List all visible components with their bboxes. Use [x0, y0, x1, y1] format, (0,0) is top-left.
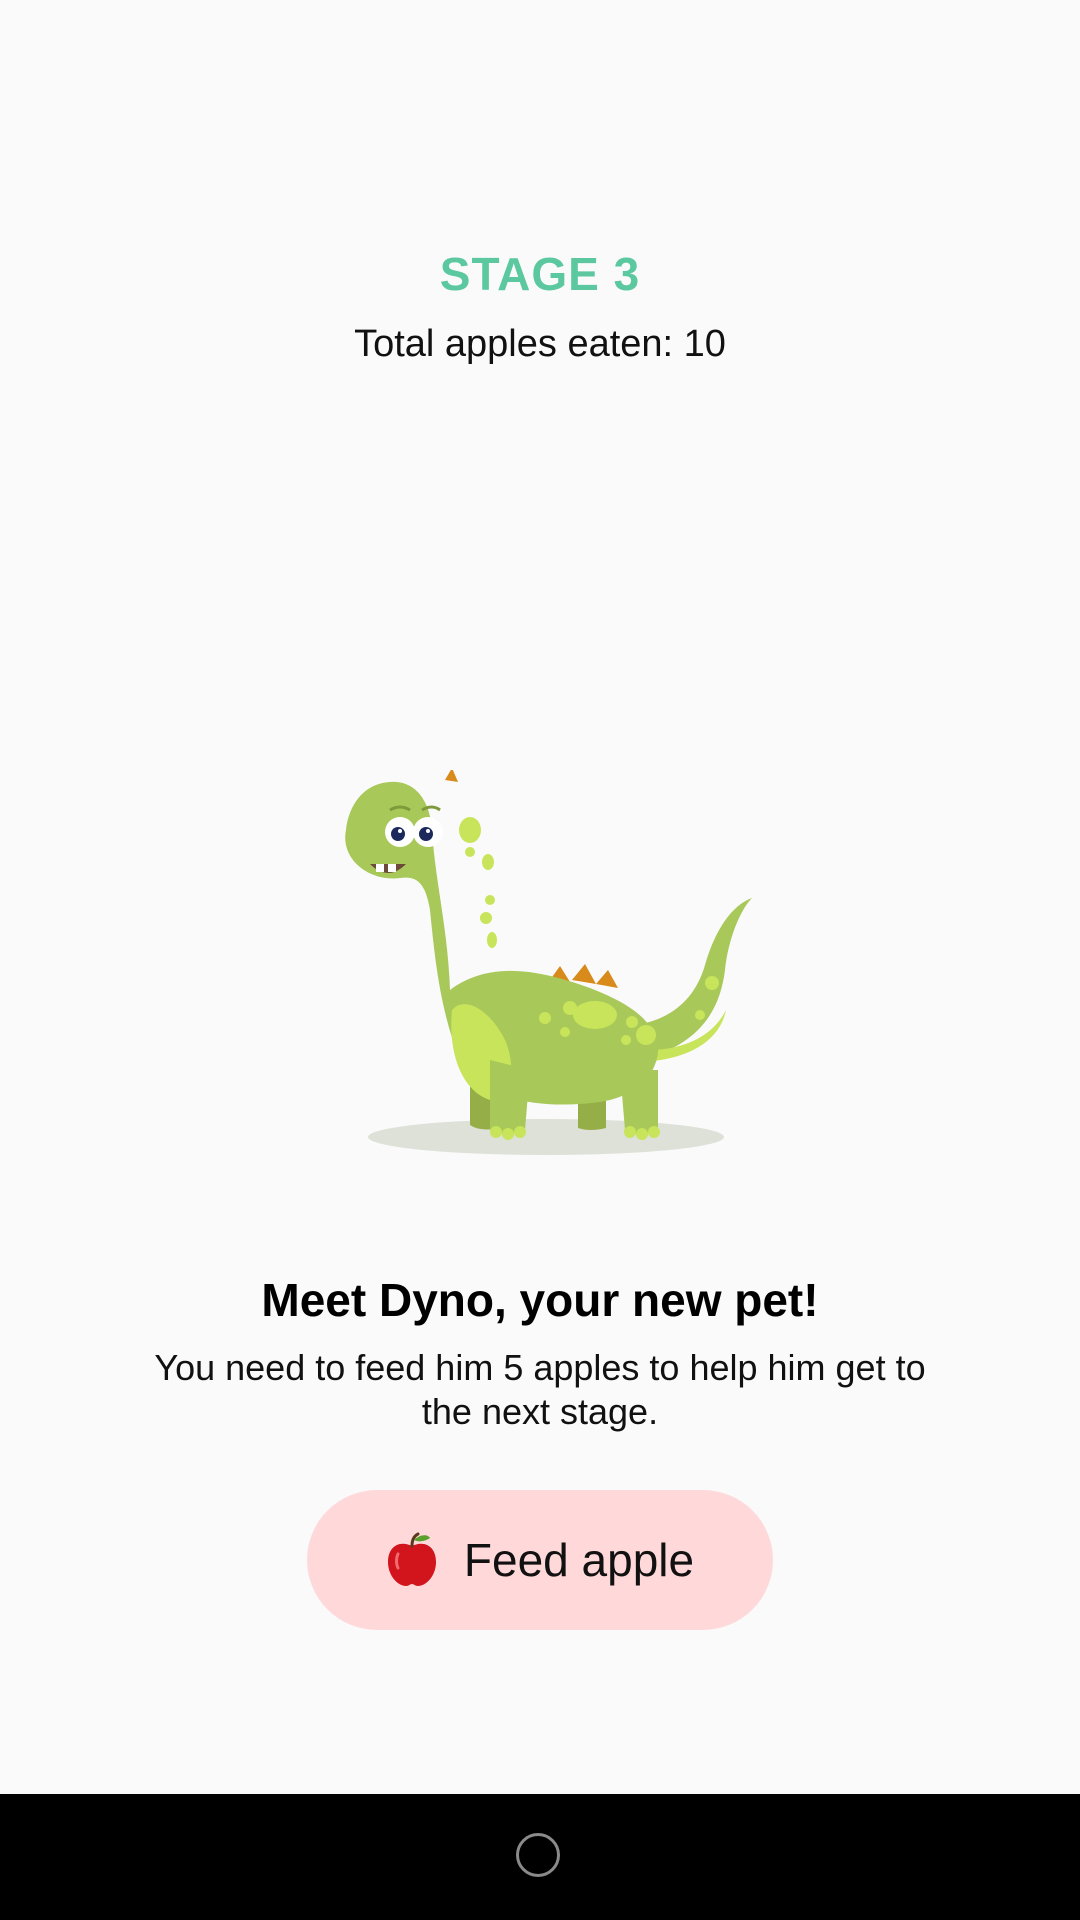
home-circle-icon[interactable]	[516, 1833, 560, 1877]
dinosaur-illustration	[345, 770, 752, 1155]
intro-title: Meet Dyno, your new pet!	[261, 1274, 819, 1326]
intro-description: You need to feed him 5 apples to help hi…	[154, 1347, 926, 1432]
apple-icon	[387, 1532, 436, 1586]
stage-title: STAGE 3	[439, 248, 641, 300]
apples-eaten-count: Total apples eaten: 10	[354, 323, 726, 365]
feed-apple-label: Feed apple	[463, 1534, 695, 1586]
pet-screen: STAGE 3 Total apples eaten: 10 Meet Dyno…	[0, 0, 1080, 1920]
feed-apple-button[interactable]: Feed apple	[307, 1490, 773, 1630]
